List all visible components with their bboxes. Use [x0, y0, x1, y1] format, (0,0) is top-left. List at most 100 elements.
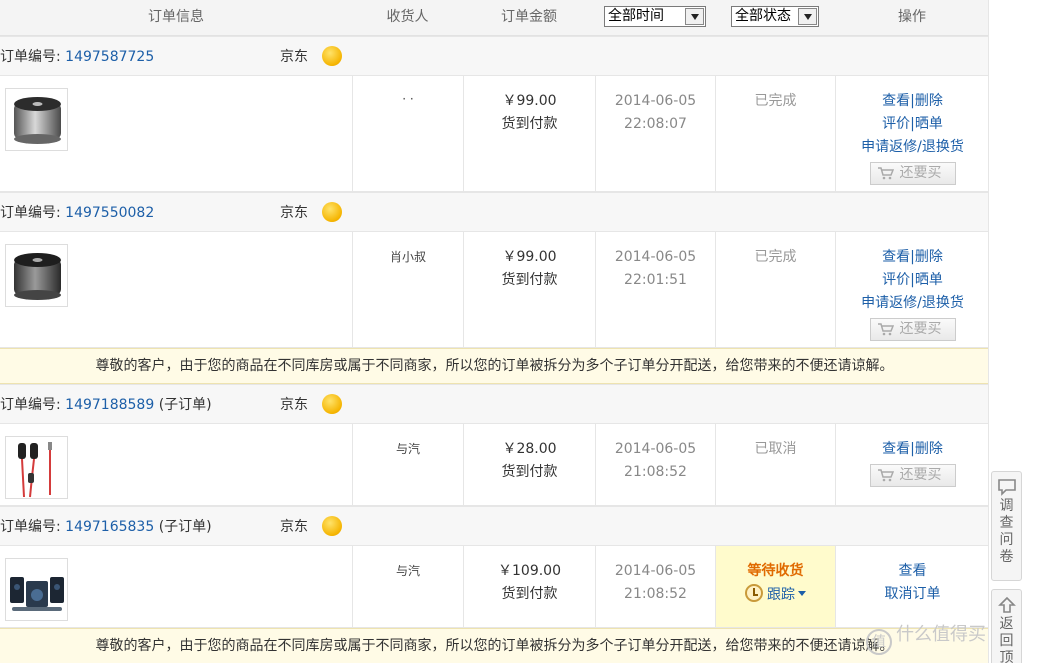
- jd-shop-icon[interactable]: [322, 516, 342, 536]
- product-thumbnail[interactable]: [5, 244, 68, 307]
- payment-method: 货到付款: [501, 586, 558, 602]
- split-order-notice: 尊敬的客户，由于您的商品在不同库房或属于不同商家，所以您的订单被拆分为多个子订单…: [0, 348, 988, 384]
- order-status: 已完成: [754, 249, 797, 265]
- shop-name: 京东: [280, 205, 308, 221]
- speaker-set-icon: [10, 577, 64, 611]
- delete-link[interactable]: 删除: [915, 441, 943, 457]
- receiver-name: 与汽: [395, 564, 420, 578]
- order-price: ￥99.00: [502, 93, 557, 109]
- sub-order-tag: (子订单): [158, 397, 212, 413]
- order-date: 2014-06-05: [614, 563, 697, 579]
- caret-down-icon: [798, 591, 806, 596]
- cancel-order-link[interactable]: 取消订单: [836, 583, 988, 606]
- order-number-label: 订单编号:: [0, 49, 61, 65]
- jd-shop-icon[interactable]: [322, 202, 342, 222]
- rebuy-button[interactable]: 还要买: [869, 318, 956, 341]
- watermark-logo-icon: 值: [866, 629, 892, 655]
- payment-method: 货到付款: [501, 272, 558, 288]
- view-link[interactable]: 查看: [882, 93, 910, 109]
- shop-name: 京东: [280, 49, 308, 65]
- chevron-down-icon: [798, 8, 817, 25]
- order-date: 2014-06-05: [614, 249, 697, 265]
- order-number-label: 订单编号:: [0, 205, 61, 221]
- order-status: 已取消: [754, 441, 797, 457]
- sub-order-tag: (子订单): [158, 519, 212, 535]
- waiting-status-cell: 等待收货 跟踪: [715, 546, 835, 627]
- payment-method: 货到付款: [501, 464, 558, 480]
- order-number-label: 订单编号:: [0, 397, 61, 413]
- order-number-link[interactable]: 1497165835: [65, 519, 154, 535]
- product-thumbnail[interactable]: [5, 558, 68, 621]
- header-amount: 订单金额: [501, 9, 557, 25]
- rate-link[interactable]: 评价: [882, 116, 910, 132]
- order-title-bar: 订单编号: 1497587725 京东: [0, 36, 988, 76]
- order-number-link[interactable]: 1497188589: [65, 397, 154, 413]
- view-link[interactable]: 查看: [836, 560, 988, 583]
- cart-icon: [877, 323, 894, 336]
- show-order-link[interactable]: 晒单: [915, 116, 943, 132]
- speaker-icon: [14, 253, 61, 300]
- arrow-up-icon: [997, 596, 1016, 613]
- order-date: 2014-06-05: [614, 441, 697, 457]
- table-row: · · ￥99.00 货到付款 2014-06-05 22:08:07 已完成 查看…: [0, 76, 988, 192]
- status-filter-value: 全部状态: [735, 8, 791, 24]
- view-link[interactable]: 查看: [882, 249, 910, 265]
- delete-link[interactable]: 删除: [915, 93, 943, 109]
- back-to-top-button[interactable]: 返 回 顶: [991, 589, 1022, 663]
- earphones-icon: [18, 442, 52, 498]
- order-table: 订单信息 收货人 订单金额 全部时间 全部状态 操作 订单编号: 1497587…: [0, 0, 989, 663]
- order-price: ￥28.00: [502, 441, 557, 457]
- jd-shop-icon[interactable]: [322, 394, 342, 414]
- order-title-bar: 订单编号: 1497165835 (子订单) 京东: [0, 506, 988, 546]
- order-price: ￥109.00: [498, 563, 561, 579]
- order-number-label: 订单编号:: [0, 519, 61, 535]
- order-number-link[interactable]: 1497587725: [65, 49, 154, 65]
- rebuy-button[interactable]: 还要买: [869, 464, 956, 487]
- order-status: 等待收货: [747, 563, 804, 579]
- table-header: 订单信息 收货人 订单金额 全部时间 全部状态 操作: [0, 0, 988, 36]
- rate-link[interactable]: 评价: [882, 272, 910, 288]
- status-filter-select[interactable]: 全部状态: [731, 6, 819, 27]
- show-order-link[interactable]: 晒单: [915, 272, 943, 288]
- time-filter-value: 全部时间: [608, 8, 664, 24]
- survey-button[interactable]: 调 查 问 卷: [991, 471, 1022, 581]
- receiver-name: · ·: [402, 92, 414, 106]
- cart-icon: [877, 469, 894, 482]
- time-filter-select[interactable]: 全部时间: [604, 6, 706, 27]
- view-link[interactable]: 查看: [882, 441, 910, 457]
- header-actions: 操作: [898, 9, 926, 25]
- speaker-icon: [14, 97, 61, 144]
- repair-return-link[interactable]: 申请返修/退换货: [836, 136, 988, 159]
- order-time: 21:08:52: [624, 464, 687, 480]
- jd-shop-icon[interactable]: [322, 46, 342, 66]
- product-thumbnail[interactable]: [5, 436, 68, 499]
- order-title-bar: 订单编号: 1497550082 京东: [0, 192, 988, 232]
- table-row: 肖小叔 ￥99.00 货到付款 2014-06-05 22:01:51 已完成 查看…: [0, 232, 988, 348]
- shop-name: 京东: [280, 519, 308, 535]
- track-link[interactable]: 跟踪: [716, 584, 835, 604]
- product-thumbnail[interactable]: [5, 88, 68, 151]
- delete-link[interactable]: 删除: [915, 249, 943, 265]
- order-time: 22:08:07: [624, 116, 687, 132]
- repair-return-link[interactable]: 申请返修/退换货: [836, 292, 988, 315]
- table-row: 与汽 ￥109.00 货到付款 2014-06-05 21:08:52 等待收货 跟…: [0, 546, 988, 628]
- header-order-info: 订单信息: [148, 9, 204, 25]
- chat-bubble-icon: [997, 479, 1016, 496]
- order-time: 21:08:52: [624, 586, 687, 602]
- order-time: 22:01:51: [624, 272, 687, 288]
- clock-icon: [745, 584, 763, 602]
- table-row: 与汽 ￥28.00 货到付款 2014-06-05 21:08:52 已取消 查看|…: [0, 424, 988, 506]
- payment-method: 货到付款: [501, 116, 558, 132]
- rebuy-button[interactable]: 还要买: [869, 162, 956, 185]
- chevron-down-icon: [685, 8, 704, 25]
- watermark: 值什么值得买: [866, 620, 986, 655]
- receiver-name: 肖小叔: [389, 250, 426, 264]
- split-order-notice: 尊敬的客户，由于您的商品在不同库房或属于不同商家，所以您的订单被拆分为多个子订单…: [0, 628, 988, 663]
- shop-name: 京东: [280, 397, 308, 413]
- order-price: ￥99.00: [502, 249, 557, 265]
- order-number-link[interactable]: 1497550082: [65, 205, 154, 221]
- order-title-bar: 订单编号: 1497188589 (子订单) 京东: [0, 384, 988, 424]
- receiver-name: 与汽: [395, 442, 420, 456]
- order-status: 已完成: [754, 93, 797, 109]
- header-receiver: 收货人: [386, 9, 429, 25]
